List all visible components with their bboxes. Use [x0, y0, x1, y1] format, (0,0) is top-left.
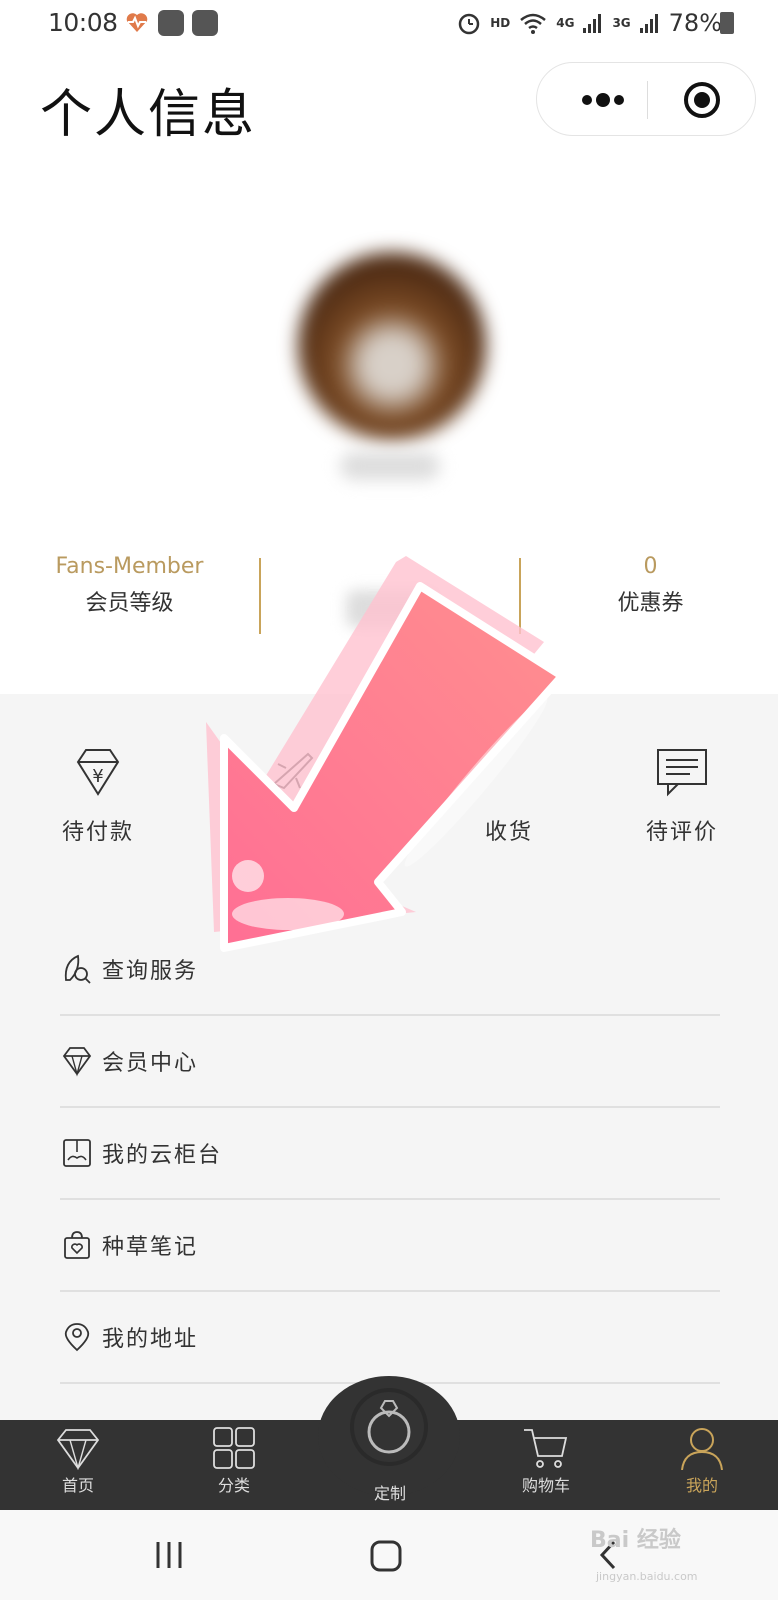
stat-value: 0 — [643, 554, 658, 579]
order-review[interactable]: 待评价 — [612, 744, 752, 846]
order-label: 待评价 — [645, 820, 718, 845]
tab-custom[interactable] — [350, 1388, 428, 1466]
battery-icon — [720, 12, 734, 34]
target-icon[interactable] — [683, 81, 721, 119]
more-dots-icon[interactable] — [569, 83, 649, 117]
watermark-url: jingyan.baidu.com — [596, 1570, 698, 1583]
menu-item-query-service[interactable]: 查询服务 — [60, 924, 720, 1016]
menu-list: 查询服务 会员中心 我的云柜台 种草笔记 我的地址 — [60, 924, 720, 1384]
health-icon — [126, 13, 148, 32]
tab-label: 分类 — [217, 1476, 250, 1495]
diamond-yen-icon: ¥ — [76, 749, 120, 796]
order-label: 待付款 — [61, 820, 134, 845]
watermark-brand: Bai 经验 — [590, 1528, 681, 1553]
nickname-blurred — [340, 452, 440, 480]
stat-points-blurred[interactable] — [261, 550, 520, 632]
tab-category[interactable]: 分类 — [174, 1426, 294, 1496]
menu-label: 我的地址 — [102, 1327, 199, 1352]
menu-item-my-address[interactable]: 我的地址 — [60, 1292, 720, 1384]
menu-label: 我的云柜台 — [102, 1143, 223, 1168]
page-title: 个人信息 — [40, 85, 257, 145]
tab-label: 购物车 — [521, 1476, 570, 1495]
diamond-icon — [56, 1429, 100, 1470]
leaf-search-icon — [64, 954, 91, 984]
tab-home[interactable]: 首页 — [18, 1426, 138, 1496]
capsule-divider — [647, 81, 648, 119]
order-pending-payment[interactable]: ¥ 待付款 — [28, 744, 168, 846]
menu-label: 种草笔记 — [102, 1235, 199, 1260]
counter-icon — [63, 1139, 91, 1167]
alarm-icon — [458, 13, 480, 35]
status-time: 10:08 — [48, 8, 118, 37]
menu-label: 查询服务 — [102, 959, 199, 984]
recent-apps-icon[interactable] — [154, 1540, 184, 1570]
signal-icon — [639, 14, 658, 33]
stat-label: 会员等级 — [85, 591, 174, 616]
notification-icon — [158, 10, 184, 36]
menu-item-member-center[interactable]: 会员中心 — [60, 1016, 720, 1108]
comment-icon — [657, 749, 707, 797]
wifi-icon — [520, 13, 547, 34]
person-icon — [681, 1428, 723, 1470]
battery-percent: 78% — [668, 9, 722, 37]
stat-value: Fans-Member — [55, 554, 204, 579]
location-pin-icon — [64, 1323, 90, 1352]
tab-label: 定制 — [373, 1484, 406, 1503]
status-bar: 10:08 HD 4G 3G 78% — [0, 0, 778, 46]
tab-label: 首页 — [61, 1476, 94, 1495]
tab-label: 我的 — [685, 1476, 718, 1495]
notification-icon — [192, 10, 218, 36]
blurred-value — [345, 590, 436, 628]
diamond-icon — [62, 1047, 92, 1077]
category-grid-icon — [213, 1427, 255, 1469]
network-3g: 3G — [612, 16, 631, 30]
hd-indicator: HD — [490, 16, 511, 30]
tab-cart[interactable]: 购物车 — [486, 1426, 606, 1496]
mini-program-capsule — [536, 62, 756, 136]
heart-bag-icon — [64, 1231, 90, 1259]
network-4g: 4G — [556, 16, 575, 30]
stat-coupons[interactable]: 0 优惠券 — [521, 550, 778, 624]
order-shortcuts: ¥ 待付款 收货 待评价 — [0, 744, 778, 864]
stat-member-level[interactable]: Fans-Member 会员等级 — [0, 550, 259, 624]
ring-icon — [367, 1400, 411, 1454]
avatar[interactable] — [298, 252, 486, 440]
signal-icon — [583, 14, 602, 33]
menu-label: 会员中心 — [102, 1051, 199, 1076]
member-stats: Fans-Member 会员等级 0 优惠券 — [0, 550, 778, 650]
stat-label: 优惠券 — [617, 591, 684, 616]
menu-item-cloud-counter[interactable]: 我的云柜台 — [60, 1108, 720, 1200]
home-icon[interactable] — [370, 1540, 402, 1572]
cart-icon — [524, 1429, 568, 1468]
order-label: 收货 — [484, 820, 533, 845]
order-shipping[interactable] — [222, 744, 362, 814]
airplane-icon — [272, 752, 314, 790]
tab-mine[interactable]: 我的 — [642, 1426, 762, 1496]
order-receive[interactable]: 收货 — [424, 744, 564, 846]
svg-text:¥: ¥ — [92, 766, 103, 787]
menu-item-notes[interactable]: 种草笔记 — [60, 1200, 720, 1292]
package-icon — [466, 744, 522, 800]
status-indicators: HD 4G 3G 78% — [456, 9, 722, 37]
